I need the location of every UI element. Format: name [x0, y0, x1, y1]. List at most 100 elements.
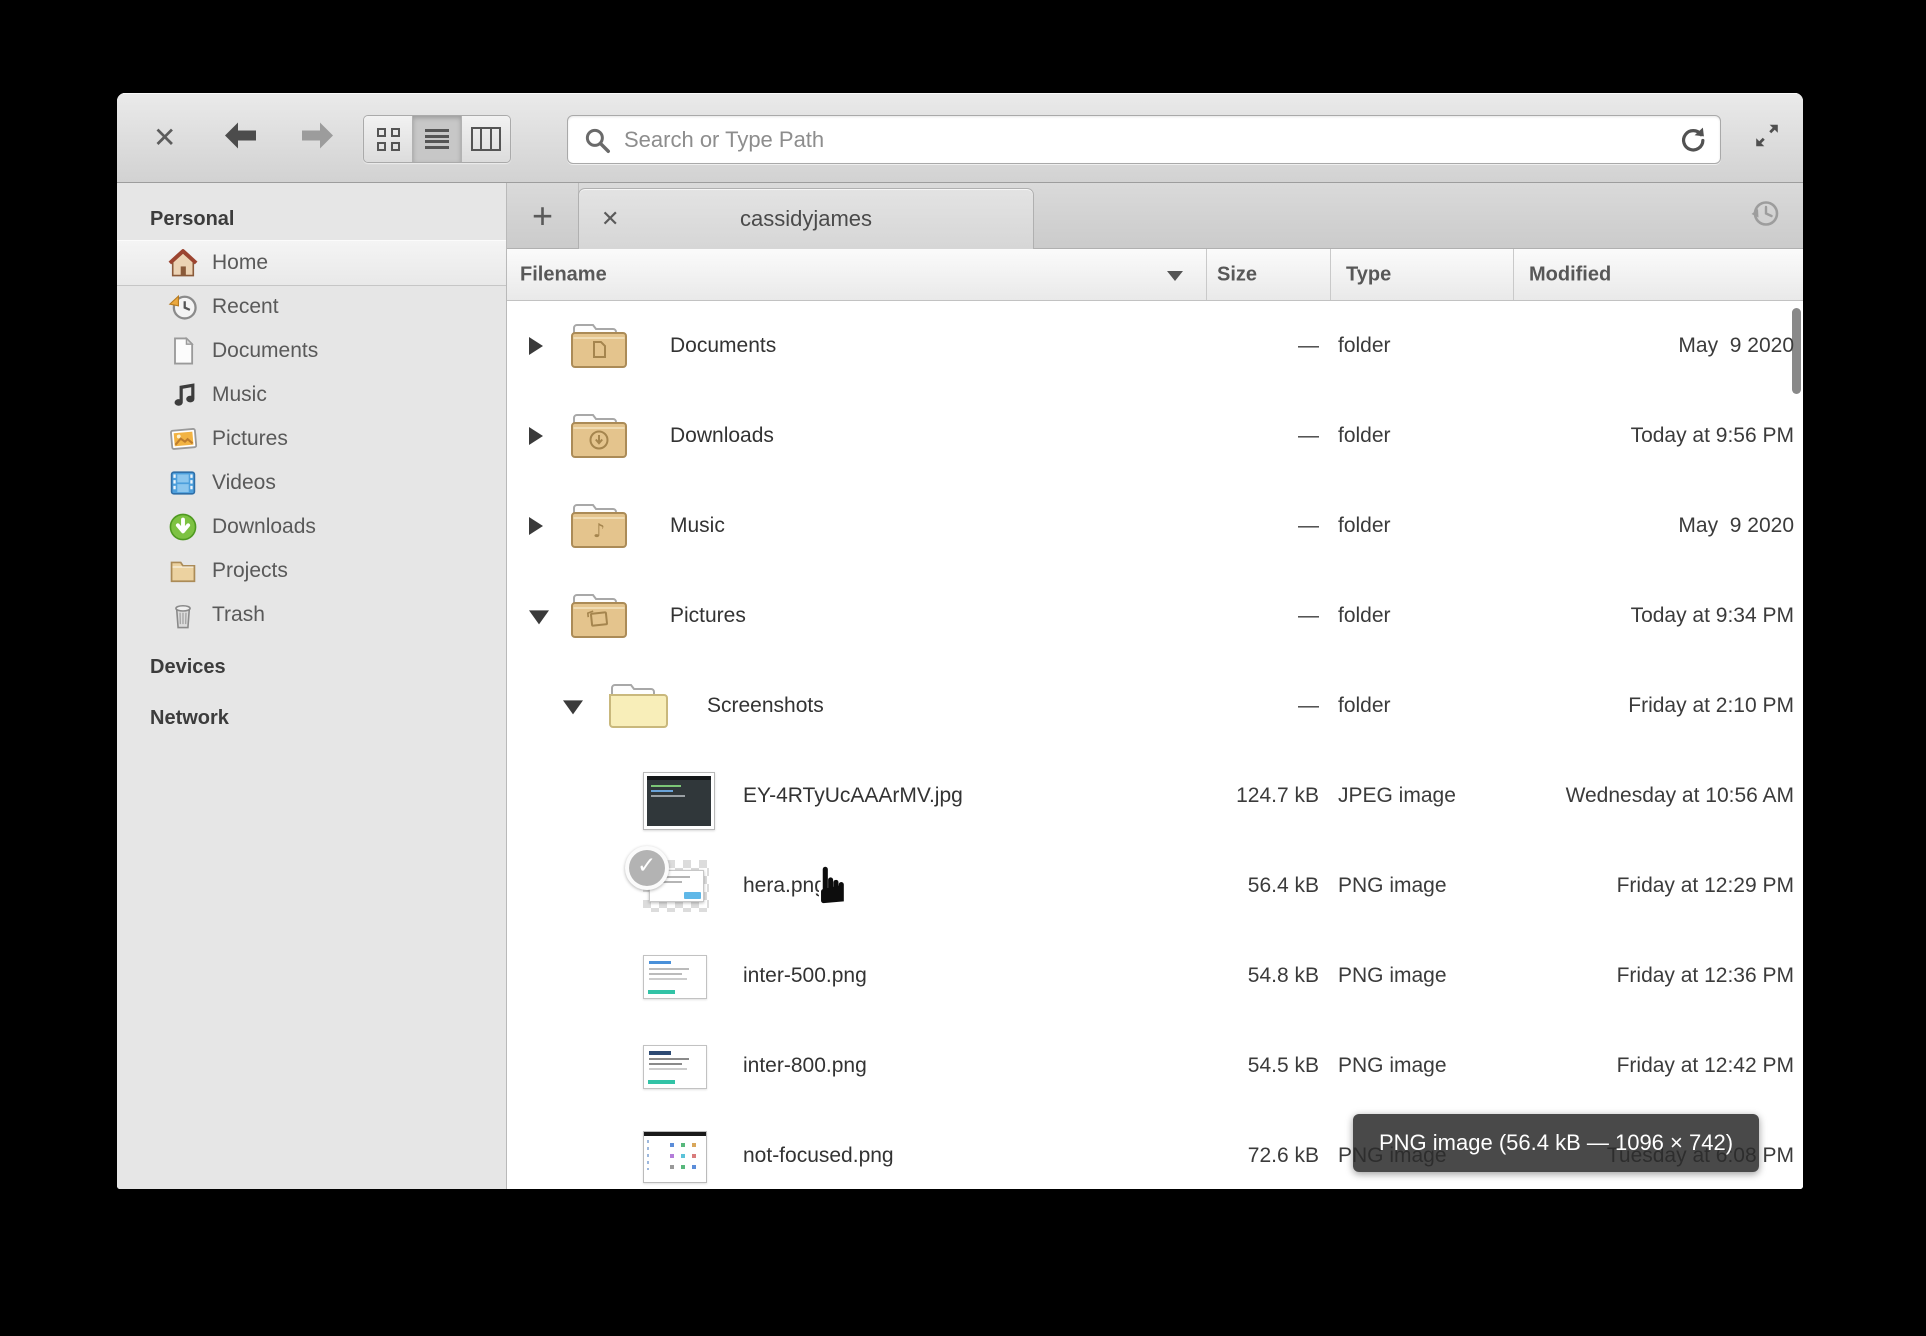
file-size: —	[1147, 424, 1319, 448]
view-switcher	[363, 115, 511, 163]
tab-bar: + ✕ cassidyjames	[507, 183, 1803, 249]
file-size: 56.4 kB	[1147, 874, 1319, 898]
sidebar-item-music[interactable]: Music	[117, 373, 506, 417]
search-input[interactable]	[622, 126, 1678, 154]
active-tab[interactable]: ✕ cassidyjames	[578, 188, 1034, 249]
file-row[interactable]: inter-500.png54.8 kBPNG imageFriday at 1…	[507, 931, 1803, 1021]
forward-arrow-icon	[299, 120, 335, 150]
column-divider[interactable]	[1330, 249, 1331, 300]
file-name: Music	[670, 514, 725, 538]
file-name: Screenshots	[707, 694, 824, 718]
file-row[interactable]: ♪Music—folderMay 9 2020	[507, 481, 1803, 571]
file-row[interactable]: Screenshots—folderFriday at 2:10 PM	[507, 661, 1803, 751]
sidebar-item-home[interactable]: Home	[117, 240, 506, 286]
sidebar: Personal Home Recent Documents Music Pictures…	[117, 183, 507, 1189]
column-header-modified[interactable]: Modified	[1529, 263, 1611, 286]
sidebar-item-label: Home	[212, 251, 268, 275]
file-modified: Wednesday at 10:56 AM	[1463, 784, 1794, 808]
history-button[interactable]	[1747, 195, 1783, 236]
pointer-hand-cursor: ☛	[803, 863, 861, 908]
new-tab-button[interactable]: +	[507, 183, 579, 248]
sidebar-item-projects[interactable]: Projects	[117, 549, 506, 593]
file-size: 54.5 kB	[1147, 1054, 1319, 1078]
folder-icon: ♪	[570, 503, 628, 549]
sidebar-item-trash[interactable]: Trash	[117, 593, 506, 637]
tooltip: PNG image (56.4 kB — 1096 × 742)	[1353, 1114, 1759, 1172]
column-header-type[interactable]: Type	[1346, 263, 1391, 286]
window-body: Personal Home Recent Documents Music Pictures…	[117, 183, 1803, 1189]
expand-arrow-icon[interactable]	[529, 337, 543, 355]
collapse-arrow-icon[interactable]	[563, 700, 583, 714]
file-row[interactable]: Downloads—folderToday at 9:56 PM	[507, 391, 1803, 481]
file-row[interactable]: Documents—folderMay 9 2020	[507, 301, 1803, 391]
file-size: —	[1147, 694, 1319, 718]
file-size: 124.7 kB	[1147, 784, 1319, 808]
document-icon	[167, 335, 199, 367]
file-name: Documents	[670, 334, 776, 358]
sidebar-item-downloads[interactable]: Downloads	[117, 505, 506, 549]
downloads-icon	[167, 511, 199, 543]
png-card-thumbnail	[643, 955, 707, 999]
sidebar-item-label: Recent	[212, 295, 279, 319]
sidebar-item-label: Videos	[212, 471, 276, 495]
sidebar-item-recent[interactable]: Recent	[117, 285, 506, 329]
svg-text:♪: ♪	[593, 520, 605, 542]
headerbar: ✕	[117, 93, 1803, 183]
file-modified: Friday at 12:42 PM	[1463, 1054, 1794, 1078]
file-name: inter-800.png	[743, 1054, 867, 1078]
file-modified: Friday at 12:36 PM	[1463, 964, 1794, 988]
sidebar-item-videos[interactable]: Videos	[117, 461, 506, 505]
folder-icon	[570, 413, 628, 459]
grid-view-icon	[377, 128, 400, 151]
sidebar-item-documents[interactable]: Documents	[117, 329, 506, 373]
file-row[interactable]: Pictures—folderToday at 9:34 PM	[507, 571, 1803, 661]
desktop-background: ✕	[0, 0, 1926, 1336]
file-row[interactable]: hera.png56.4 kBPNG imageFriday at 12:29 …	[507, 841, 1803, 931]
sidebar-section-header-personal: Personal	[150, 197, 234, 241]
history-clock-icon	[1747, 195, 1783, 231]
sidebar-item-pictures[interactable]: Pictures	[117, 417, 506, 461]
column-divider[interactable]	[1513, 249, 1514, 300]
back-button[interactable]	[223, 120, 259, 155]
file-size: —	[1147, 334, 1319, 358]
folder-icon	[570, 593, 628, 639]
pictures-icon	[167, 423, 199, 455]
file-type: folder	[1338, 334, 1391, 358]
expand-arrow-icon[interactable]	[529, 517, 543, 535]
expand-icon	[1753, 121, 1781, 149]
file-size: —	[1147, 514, 1319, 538]
expand-arrow-icon[interactable]	[529, 427, 543, 445]
file-type: PNG image	[1338, 874, 1447, 898]
open-folder-icon	[605, 683, 669, 729]
file-name: not-focused.png	[743, 1144, 894, 1168]
column-header-filename[interactable]: Filename	[520, 263, 607, 286]
file-row[interactable]: EY-4RTyUcAAArMV.jpg124.7 kBJPEG imageWed…	[507, 751, 1803, 841]
collapse-arrow-icon[interactable]	[529, 610, 549, 624]
column-divider[interactable]	[1206, 249, 1207, 300]
window-close-button[interactable]: ✕	[153, 124, 176, 152]
file-type: PNG image	[1338, 964, 1447, 988]
view-grid-button[interactable]	[364, 116, 413, 162]
column-header-size[interactable]: Size	[1217, 263, 1257, 286]
view-list-button[interactable]	[413, 116, 462, 162]
file-modified: May 9 2020	[1463, 514, 1794, 538]
view-column-button[interactable]	[462, 116, 510, 162]
path-search-bar	[567, 115, 1721, 164]
file-name: Pictures	[670, 604, 746, 628]
file-modified: Today at 9:34 PM	[1463, 604, 1794, 628]
fullscreen-button[interactable]	[1753, 121, 1781, 154]
jpeg-thumbnail	[643, 772, 715, 830]
forward-button[interactable]	[299, 120, 335, 155]
refresh-button[interactable]	[1678, 125, 1708, 155]
trash-icon	[167, 599, 199, 631]
sidebar-item-label: Music	[212, 383, 267, 407]
file-size: 54.8 kB	[1147, 964, 1319, 988]
files-window: ✕	[117, 93, 1803, 1189]
file-type: folder	[1338, 694, 1391, 718]
folder-icon	[570, 323, 628, 369]
sidebar-item-label: Documents	[212, 339, 318, 363]
column-view-icon	[471, 127, 501, 151]
file-row[interactable]: inter-800.png54.5 kBPNG imageFriday at 1…	[507, 1021, 1803, 1111]
png-card-thumbnail	[643, 1045, 707, 1089]
home-icon	[167, 247, 199, 279]
